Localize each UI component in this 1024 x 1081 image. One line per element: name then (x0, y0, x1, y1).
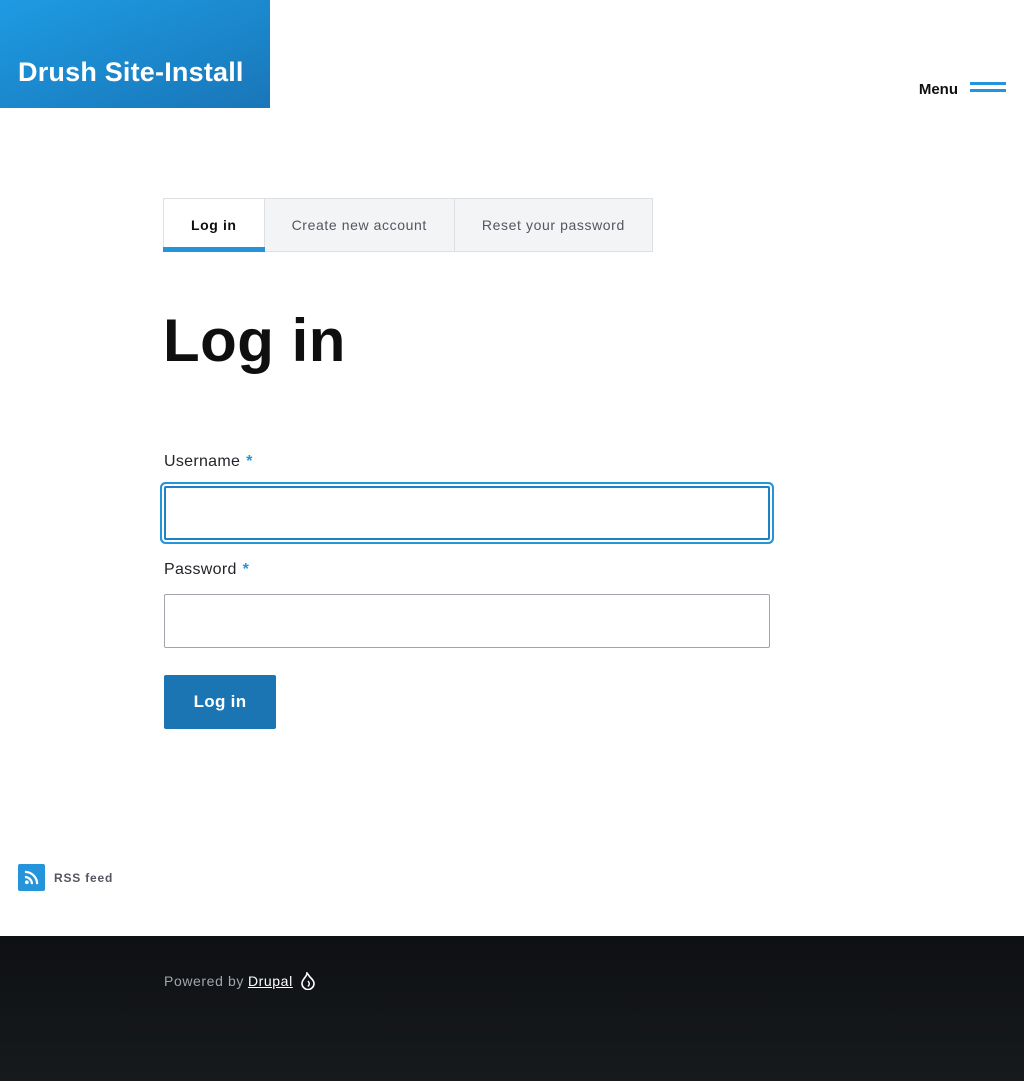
log-in-button[interactable]: Log in (164, 675, 276, 729)
username-label-text: Username (164, 453, 241, 470)
tab-reset-password[interactable]: Reset your password (455, 199, 652, 251)
drupal-drop-icon (300, 972, 315, 990)
username-label: Username * (164, 453, 253, 471)
hamburger-icon (970, 78, 1006, 100)
username-input[interactable] (164, 486, 770, 540)
site-branding: Drush Site-Install (0, 0, 270, 108)
required-marker: * (242, 561, 250, 578)
rss-feed-label: RSS feed (54, 870, 114, 885)
page-title: Log in (163, 307, 346, 374)
site-footer: Powered by Drupal (0, 936, 1024, 1081)
menu-toggle-button[interactable]: Menu (919, 78, 1006, 100)
rss-feed-link[interactable]: RSS feed (18, 864, 113, 891)
password-label: Password * (164, 561, 249, 579)
menu-label: Menu (918, 80, 958, 98)
drupal-link[interactable]: Drupal (248, 973, 293, 989)
required-marker: * (246, 453, 253, 470)
tab-log-in[interactable]: Log in (163, 199, 265, 252)
powered-by: Powered by Drupal (164, 972, 315, 990)
tab-create-new-account[interactable]: Create new account (265, 199, 455, 251)
site-name-link[interactable]: Drush Site-Install (18, 57, 244, 88)
password-input[interactable] (164, 594, 770, 648)
rss-icon (18, 864, 45, 891)
local-tasks-tabs: Log in Create new account Reset your pas… (163, 198, 653, 252)
powered-by-text: Powered by (164, 973, 244, 989)
password-label-text: Password (164, 561, 237, 578)
